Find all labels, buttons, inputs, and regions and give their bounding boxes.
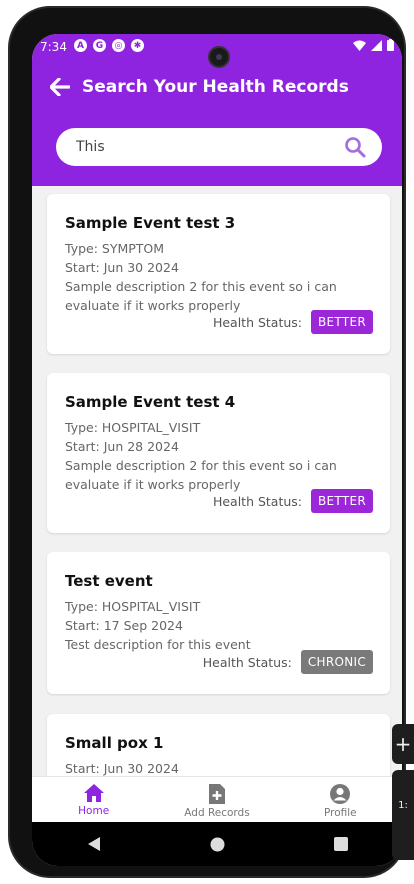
status-badge: CHRONIC — [300, 650, 373, 674]
app-screen: 7:34 A G ◎ ✱ Search Your Health Records … — [32, 34, 402, 866]
home-circle-icon[interactable] — [210, 837, 225, 852]
plus-icon: + — [394, 732, 412, 756]
notification-icon: ◎ — [112, 39, 125, 52]
system-navigation-bar — [32, 822, 402, 866]
recents-square-icon[interactable] — [333, 837, 348, 851]
add-document-icon — [208, 784, 225, 804]
record-description: Sample description 2 for this event so i… — [65, 458, 337, 473]
nav-label-home: Home — [78, 805, 110, 817]
health-status-row: Health Status: BETTER — [213, 489, 373, 513]
google-icon: G — [93, 39, 106, 52]
status-time: 7:34 — [40, 40, 67, 54]
record-card[interactable]: Small pox 1 Start: Jun 30 2024 — [47, 714, 390, 776]
home-icon — [83, 784, 104, 802]
record-title: Sample Event test 3 — [65, 214, 236, 232]
signal-icon — [371, 39, 382, 51]
system-icons — [353, 39, 394, 51]
front-camera — [208, 46, 230, 68]
notification-icon: ✱ — [131, 39, 144, 52]
record-card[interactable]: Sample Event test 3 Type: SYMPTOM Start:… — [47, 194, 390, 354]
record-type: Type: HOSPITAL_VISIT — [65, 599, 201, 614]
aspect-ratio-tool[interactable]: 1: — [392, 770, 414, 860]
ratio-label: 1: — [398, 800, 408, 811]
record-start: Start: Jun 28 2024 — [65, 439, 179, 454]
notification-icons: A G ◎ ✱ — [74, 39, 144, 52]
record-start: Start: Jun 30 2024 — [65, 260, 179, 275]
record-card[interactable]: Test event Type: HOSPITAL_VISIT Start: 1… — [47, 552, 390, 694]
nav-label-profile: Profile — [323, 807, 357, 819]
notification-icon: A — [74, 39, 87, 52]
bottom-navigation: Home Add Records Profile — [32, 776, 402, 823]
health-status-row: Health Status: BETTER — [213, 310, 373, 334]
nav-item-home[interactable]: Home — [32, 777, 155, 823]
health-status-label: Health Status: — [202, 654, 292, 670]
record-title: Test event — [65, 572, 153, 590]
search-bar[interactable] — [56, 128, 382, 166]
health-status-label: Health Status: — [212, 314, 303, 330]
record-type: Type: HOSPITAL_VISIT — [65, 420, 201, 435]
record-description: Sample description 2 for this event so i… — [65, 279, 337, 294]
wifi-icon — [353, 40, 366, 51]
search-input[interactable] — [74, 138, 344, 156]
record-title: Sample Event test 4 — [65, 393, 236, 411]
phone-frame: 7:34 A G ◎ ✱ Search Your Health Records … — [8, 6, 406, 878]
records-list[interactable]: Sample Event test 3 Type: SYMPTOM Start:… — [32, 186, 402, 776]
back-triangle-icon[interactable] — [87, 836, 101, 852]
zoom-in-tool[interactable]: + — [392, 724, 414, 764]
status-badge: BETTER — [311, 489, 373, 513]
record-type: Type: SYMPTOM — [65, 241, 165, 256]
nav-item-add-records[interactable]: Add Records — [155, 777, 278, 823]
record-start: Start: Jun 30 2024 — [65, 761, 179, 776]
page-title: Search Your Health Records — [82, 77, 349, 97]
record-title: Small pox 1 — [65, 734, 164, 752]
search-icon[interactable] — [344, 136, 366, 158]
profile-icon — [330, 784, 351, 804]
record-card[interactable]: Sample Event test 4 Type: HOSPITAL_VISIT… — [47, 373, 390, 533]
record-start: Start: 17 Sep 2024 — [65, 618, 183, 633]
title-row: Search Your Health Records — [50, 76, 349, 98]
health-status-row: Health Status: CHRONIC — [203, 650, 373, 674]
health-status-label: Health Status: — [212, 493, 303, 509]
back-arrow-icon[interactable] — [50, 76, 72, 98]
nav-label-add-records: Add Records — [184, 807, 250, 819]
battery-icon — [387, 39, 394, 51]
nav-item-profile[interactable]: Profile — [279, 777, 402, 823]
app-header: 7:34 A G ◎ ✱ Search Your Health Records … — [32, 34, 402, 186]
status-badge: BETTER — [311, 310, 373, 334]
